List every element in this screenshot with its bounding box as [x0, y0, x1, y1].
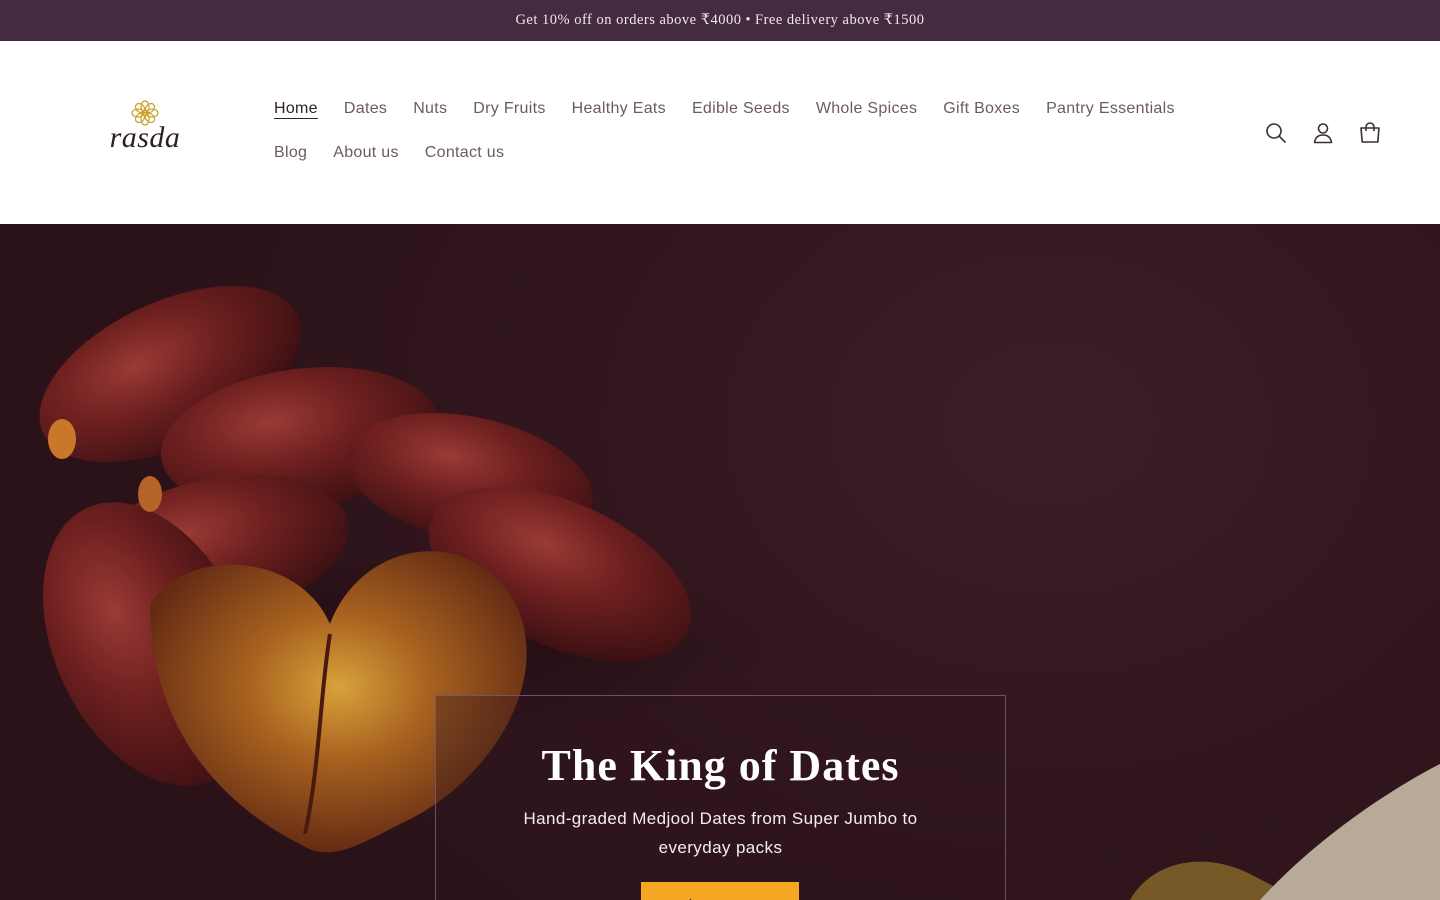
- hero-title: The King of Dates: [541, 741, 900, 790]
- shop-dates-button[interactable]: Shop Dates: [641, 882, 799, 900]
- nav-item-about-us[interactable]: About us: [320, 131, 412, 175]
- cart-icon: [1359, 122, 1380, 143]
- nav-item-whole-spices[interactable]: Whole Spices: [803, 87, 930, 131]
- nav-item-home[interactable]: Home: [261, 87, 331, 131]
- cart-button[interactable]: [1346, 111, 1393, 155]
- main-nav: Home Dates Nuts Dry Fruits Healthy Eats …: [261, 87, 1221, 175]
- nav-item-blog[interactable]: Blog: [261, 131, 320, 175]
- site-header: rasda Home Dates Nuts Dry Fruits Healthy…: [0, 41, 1440, 224]
- hero-banner: The King of Dates Hand-graded Medjool Da…: [0, 224, 1440, 900]
- hero-card: The King of Dates Hand-graded Medjool Da…: [435, 695, 1006, 900]
- nav-item-contact-us[interactable]: Contact us: [412, 131, 517, 175]
- nav-item-edible-seeds[interactable]: Edible Seeds: [679, 87, 803, 131]
- nav-item-dates[interactable]: Dates: [331, 87, 400, 131]
- brand-name: rasda: [109, 121, 181, 154]
- brand-logo[interactable]: rasda: [100, 99, 190, 159]
- hero-subtitle: Hand-graded Medjool Dates from Super Jum…: [523, 809, 918, 857]
- account-icon: [1313, 123, 1332, 144]
- account-button[interactable]: [1299, 111, 1346, 155]
- header-icons: [1252, 111, 1393, 155]
- announcement-separator: •: [745, 12, 752, 28]
- announcement-bar: Get 10% off on orders above ₹4000 • Free…: [0, 0, 1440, 41]
- search-button[interactable]: [1252, 111, 1299, 155]
- nav-item-pantry-essentials[interactable]: Pantry Essentials: [1033, 87, 1188, 131]
- nav-item-gift-boxes[interactable]: Gift Boxes: [930, 87, 1033, 131]
- nav-item-healthy-eats[interactable]: Healthy Eats: [559, 87, 679, 131]
- nav-item-nuts[interactable]: Nuts: [400, 87, 460, 131]
- announcement-delivery: Free delivery above ₹1500: [755, 12, 925, 28]
- search-icon: [1265, 123, 1286, 143]
- nav-item-dry-fruits[interactable]: Dry Fruits: [460, 87, 558, 131]
- announcement-offer: Get 10% off on orders above ₹4000: [515, 12, 742, 28]
